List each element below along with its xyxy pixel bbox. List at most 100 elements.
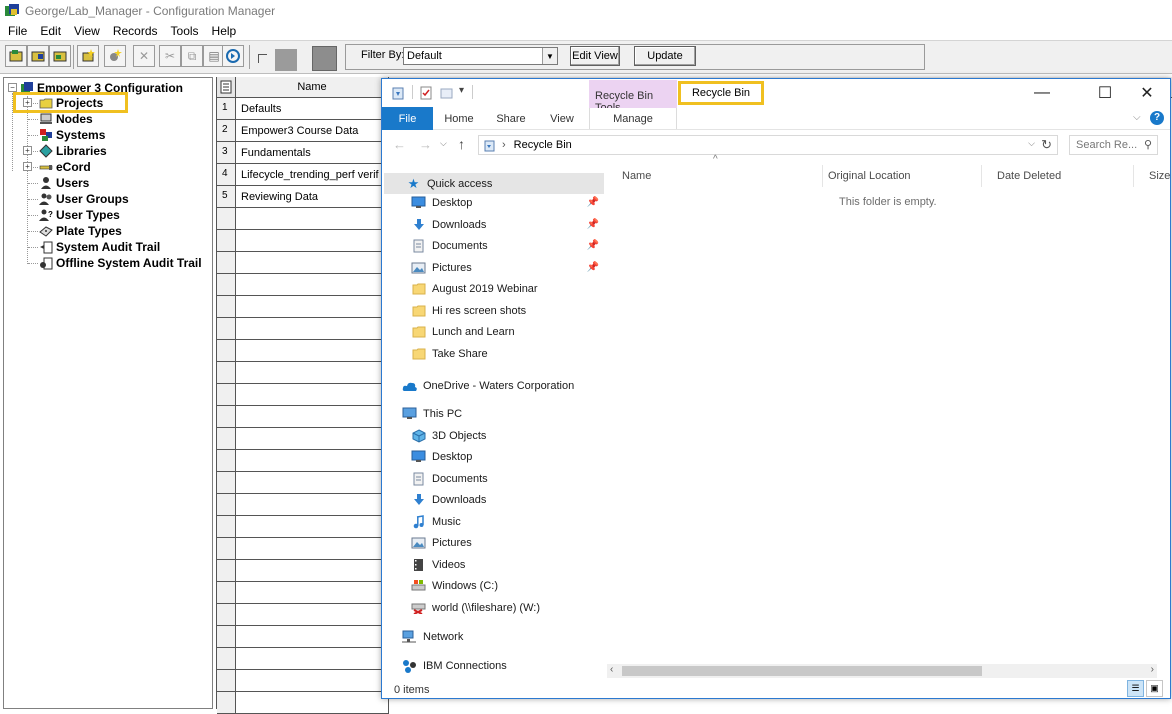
new-folder-quick-icon[interactable] bbox=[440, 86, 454, 103]
tab-file[interactable]: File bbox=[382, 107, 433, 130]
horizontal-scrollbar[interactable]: ‹ › bbox=[607, 664, 1157, 678]
row-number[interactable] bbox=[217, 362, 236, 384]
forward-icon[interactable]: → bbox=[419, 137, 432, 152]
table-cell-name[interactable]: Empower3 Course Data bbox=[236, 120, 389, 142]
table-cell-name[interactable]: Lifecycle_trending_perf verif bbox=[236, 164, 389, 186]
back-icon[interactable]: ← bbox=[393, 137, 406, 152]
search-icon[interactable]: ⚲ bbox=[1144, 138, 1152, 151]
nav-network[interactable]: Network bbox=[382, 626, 604, 647]
nav-pc-item[interactable]: Downloads bbox=[382, 489, 604, 510]
table-cell-name[interactable] bbox=[236, 230, 389, 252]
tree-item-users[interactable]: Users bbox=[39, 175, 89, 191]
row-number[interactable] bbox=[217, 450, 236, 472]
table-cell-name[interactable] bbox=[236, 560, 389, 582]
tree-item-system-audit-trail[interactable]: System Audit Trail bbox=[39, 239, 160, 255]
nav-quick-item[interactable]: Desktop 📌 bbox=[382, 192, 604, 213]
menu-file[interactable]: File bbox=[8, 24, 27, 38]
expand-ecord-icon[interactable]: + bbox=[23, 162, 32, 171]
grid-view-icon[interactable] bbox=[312, 46, 337, 71]
nav-quick-item[interactable]: Hi res screen shots bbox=[382, 300, 604, 321]
table-cell-name[interactable] bbox=[236, 428, 389, 450]
tree-item-systems[interactable]: Systems bbox=[39, 127, 105, 143]
row-number[interactable] bbox=[217, 208, 236, 230]
row-number[interactable] bbox=[217, 472, 236, 494]
expand-libraries-icon[interactable]: + bbox=[23, 146, 32, 155]
filter-select[interactable]: Default ▼ bbox=[403, 47, 558, 65]
quick-access-dropdown-icon[interactable]: ▾ bbox=[459, 85, 464, 96]
table-cell-name[interactable] bbox=[236, 274, 389, 296]
menu-tools[interactable]: Tools bbox=[171, 24, 199, 38]
new-item-icon[interactable] bbox=[77, 45, 99, 67]
refresh-address-icon[interactable]: ↻ bbox=[1041, 137, 1052, 153]
recent-locations-icon[interactable]: ⌵ bbox=[440, 138, 447, 149]
expand-ribbon-icon[interactable]: ⌵ bbox=[1133, 112, 1141, 123]
table-cell-name[interactable] bbox=[236, 450, 389, 472]
column-original-location[interactable]: Original Location bbox=[813, 165, 982, 187]
table-cell-name[interactable] bbox=[236, 692, 389, 714]
edit-view-button[interactable]: Edit View bbox=[570, 46, 620, 66]
column-size[interactable]: Size bbox=[1134, 165, 1170, 187]
row-number[interactable]: 5 bbox=[217, 186, 236, 208]
table-cell-name[interactable] bbox=[236, 538, 389, 560]
properties-quick-icon[interactable] bbox=[419, 86, 433, 103]
nav-pc-item[interactable]: Pictures bbox=[382, 532, 604, 553]
new-project-icon[interactable] bbox=[5, 45, 27, 67]
large-icons-view-icon[interactable]: ▣ bbox=[1146, 680, 1163, 697]
row-number[interactable] bbox=[217, 516, 236, 538]
nav-ibm-connections[interactable]: IBM Connections bbox=[382, 655, 604, 676]
row-number[interactable]: 3 bbox=[217, 142, 236, 164]
breadcrumb[interactable]: Recycle Bin bbox=[514, 139, 572, 151]
table-cell-name[interactable] bbox=[236, 318, 389, 340]
row-number[interactable]: 1 bbox=[217, 98, 236, 120]
row-number[interactable] bbox=[217, 604, 236, 626]
copy-icon[interactable]: ⧉ bbox=[181, 45, 203, 67]
collapse-icon[interactable]: − bbox=[8, 83, 17, 92]
selection-icon[interactable] bbox=[258, 54, 267, 63]
table-cell-name[interactable] bbox=[236, 340, 389, 362]
help-icon[interactable]: ? bbox=[1150, 111, 1164, 125]
nav-quick-item[interactable]: Downloads 📌 bbox=[382, 214, 604, 235]
scroll-left-icon[interactable]: ‹ bbox=[610, 664, 613, 675]
nav-pc-item[interactable]: Music bbox=[382, 511, 604, 532]
search-input[interactable]: Search Re... ⚲ bbox=[1069, 135, 1158, 155]
scrollbar-thumb[interactable] bbox=[622, 666, 982, 676]
table-cell-name[interactable] bbox=[236, 384, 389, 406]
row-number[interactable] bbox=[217, 406, 236, 428]
maximize-icon[interactable]: ☐ bbox=[1085, 81, 1125, 105]
row-number[interactable] bbox=[217, 538, 236, 560]
properties-icon[interactable] bbox=[104, 45, 126, 67]
pin-icon[interactable]: 📌 bbox=[587, 197, 599, 208]
row-number[interactable] bbox=[217, 340, 236, 362]
copy-project-icon[interactable] bbox=[49, 45, 71, 67]
nav-quick-item[interactable]: Pictures 📌 bbox=[382, 257, 604, 278]
nav-pc-item[interactable]: world (\\fileshare) (W:) bbox=[382, 597, 604, 618]
tree-item-plate-types[interactable]: Plate Types bbox=[39, 223, 122, 239]
row-number[interactable]: 2 bbox=[217, 120, 236, 142]
row-number[interactable] bbox=[217, 318, 236, 340]
nav-pc-item[interactable]: 3D Objects bbox=[382, 425, 604, 446]
table-cell-name[interactable] bbox=[236, 208, 389, 230]
cut-icon[interactable]: ✂ bbox=[159, 45, 181, 67]
minimize-icon[interactable]: — bbox=[1022, 81, 1062, 105]
nav-pc-item[interactable]: Videos bbox=[382, 554, 604, 575]
row-number[interactable] bbox=[217, 648, 236, 670]
pin-icon[interactable]: 📌 bbox=[587, 262, 599, 273]
row-number[interactable] bbox=[217, 560, 236, 582]
table-cell-name[interactable] bbox=[236, 626, 389, 648]
tree-item-ecord[interactable]: eCord bbox=[39, 159, 91, 175]
row-number[interactable] bbox=[217, 670, 236, 692]
row-number[interactable] bbox=[217, 692, 236, 714]
menu-view[interactable]: View bbox=[74, 24, 100, 38]
table-cell-name[interactable]: Fundamentals bbox=[236, 142, 389, 164]
row-number[interactable] bbox=[217, 296, 236, 318]
column-date-deleted[interactable]: Date Deleted bbox=[982, 165, 1134, 187]
address-bar[interactable]: › Recycle Bin ⌵ ↻ bbox=[478, 135, 1058, 155]
row-number[interactable] bbox=[217, 274, 236, 296]
column-header-name[interactable]: Name bbox=[236, 77, 389, 98]
tab-share[interactable]: Share bbox=[490, 107, 532, 130]
nav-pc-item[interactable]: Desktop bbox=[382, 446, 604, 467]
pin-icon[interactable]: 📌 bbox=[587, 240, 599, 251]
row-number[interactable] bbox=[217, 494, 236, 516]
row-number[interactable] bbox=[217, 626, 236, 648]
nav-this-pc[interactable]: This PC bbox=[382, 403, 604, 424]
